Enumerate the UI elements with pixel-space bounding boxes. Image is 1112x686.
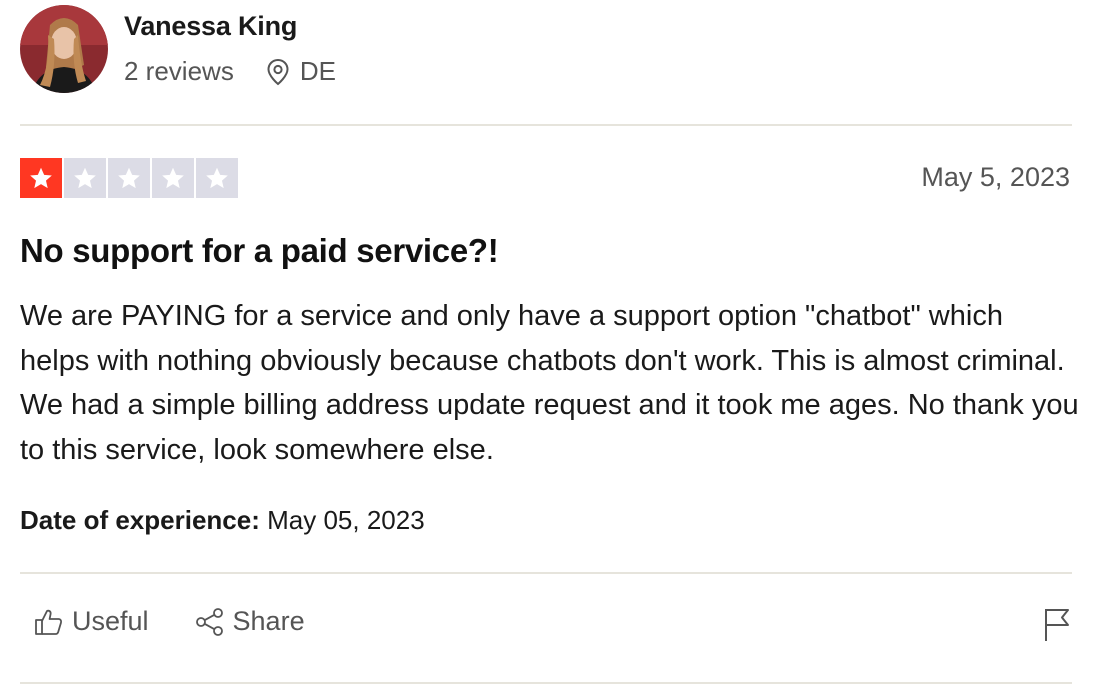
star-icon	[196, 158, 238, 198]
reviews-count: 2 reviews	[124, 56, 234, 86]
flag-icon	[1045, 609, 1069, 641]
useful-button[interactable]: Useful	[34, 606, 149, 637]
review-date: May 5, 2023	[921, 162, 1070, 192]
share-label: Share	[232, 606, 305, 636]
user-info: Vanessa King 2 reviews DE	[124, 11, 336, 87]
reviewer-header: Vanessa King 2 reviews DE	[20, 4, 336, 94]
report-button[interactable]	[1042, 606, 1072, 647]
review-body: We are PAYING for a service and only hav…	[20, 300, 1079, 466]
share-button[interactable]: Share	[195, 606, 305, 637]
star-icon	[20, 158, 62, 198]
star-icon	[64, 158, 106, 198]
thumbs-up-icon	[35, 609, 63, 635]
review-title[interactable]: No support for a paid service?!	[20, 232, 499, 270]
country-code: DE	[299, 56, 336, 86]
date-of-experience: Date of experience: May 05, 2023	[20, 505, 425, 536]
divider	[20, 124, 1072, 126]
divider	[20, 572, 1072, 574]
divider	[20, 682, 1072, 684]
reviewer-meta: 2 reviews DE	[124, 56, 336, 87]
experience-date: May 05, 2023	[267, 505, 425, 535]
reviewer-name[interactable]: Vanessa King	[124, 11, 336, 42]
avatar[interactable]	[20, 5, 108, 93]
star-icon	[108, 158, 150, 198]
review-actions: Useful Share	[34, 606, 305, 637]
share-icon	[195, 607, 223, 636]
star-icon	[152, 158, 194, 198]
location-pin-icon	[267, 58, 289, 85]
reviewer-location: DE	[266, 56, 336, 87]
experience-label: Date of experience:	[20, 505, 260, 535]
star-rating	[20, 158, 238, 198]
review-card: Vanessa King 2 reviews DE May 5, 2023 No…	[0, 0, 1112, 686]
useful-label: Useful	[72, 606, 149, 636]
